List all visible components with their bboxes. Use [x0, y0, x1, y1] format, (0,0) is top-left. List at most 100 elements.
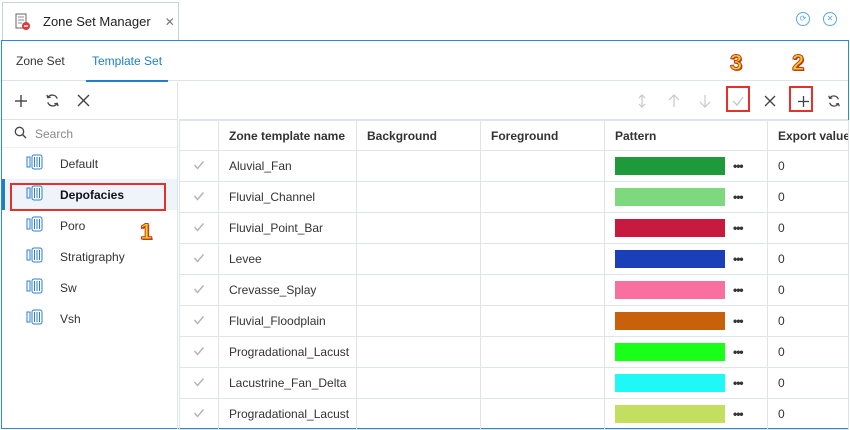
cell-zone-template-name[interactable]: Aluvial_Fan	[218, 150, 357, 182]
pattern-color-swatch[interactable]	[615, 219, 725, 237]
cell-background[interactable]	[356, 274, 481, 306]
plus-icon[interactable]	[794, 92, 812, 110]
refresh-icon[interactable]	[43, 92, 61, 110]
cell-zone-template-name[interactable]: Fluvial_Channel	[218, 181, 357, 213]
cell-export-value[interactable]: 0	[767, 243, 849, 275]
checkmark-icon[interactable]	[729, 92, 747, 110]
column-header-foreground[interactable]: Foreground	[480, 120, 605, 151]
table-row[interactable]: Levee ••• 0	[179, 243, 849, 275]
close-icon[interactable]: ✕	[165, 15, 175, 29]
sort-icon[interactable]	[633, 92, 651, 110]
cell-background[interactable]	[356, 367, 481, 399]
tab-template-set[interactable]: Template Set	[85, 41, 169, 82]
pattern-color-swatch[interactable]	[615, 312, 725, 330]
cell-zone-template-name[interactable]: Levee	[218, 243, 357, 275]
cell-zone-template-name[interactable]: Progradational_Lacust	[218, 398, 357, 430]
x-icon[interactable]	[761, 92, 779, 110]
table-row[interactable]: Fluvial_Floodplain ••• 0	[179, 305, 849, 337]
x-icon[interactable]	[74, 92, 92, 110]
row-checkmark-icon[interactable]	[179, 398, 219, 430]
cell-background[interactable]	[356, 150, 481, 182]
cell-export-value[interactable]: 0	[767, 212, 849, 244]
table-row[interactable]: Lacustrine_Fan_Delta ••• 0	[179, 367, 849, 399]
row-checkmark-icon[interactable]	[179, 150, 219, 182]
cell-foreground[interactable]	[480, 181, 605, 213]
tree-item-sw[interactable]: Sw	[2, 272, 177, 303]
tree-item-poro[interactable]: Poro	[2, 210, 177, 241]
cell-foreground[interactable]	[480, 367, 605, 399]
refresh-icon[interactable]	[825, 92, 843, 110]
document-tab-zone-set-manager[interactable]: Zone Set Manager ✕	[2, 2, 179, 40]
more-options-button[interactable]: •••	[733, 345, 744, 359]
cell-pattern[interactable]: •••	[604, 336, 768, 368]
cell-pattern[interactable]: •••	[604, 181, 768, 213]
pattern-color-swatch[interactable]	[615, 188, 725, 206]
more-options-button[interactable]: •••	[733, 190, 744, 204]
pattern-color-swatch[interactable]	[615, 374, 725, 392]
cell-zone-template-name[interactable]: Fluvial_Floodplain	[218, 305, 357, 337]
cell-background[interactable]	[356, 243, 481, 275]
cell-zone-template-name[interactable]: Progradational_Lacust	[218, 336, 357, 368]
column-header-export-value[interactable]: Export value	[767, 120, 849, 151]
cell-export-value[interactable]: 0	[767, 274, 849, 306]
close-window-icon[interactable]: ✕	[823, 12, 837, 26]
tree-item-default[interactable]: Default	[2, 148, 177, 179]
restore-icon[interactable]: ⟳	[796, 12, 810, 26]
row-checkmark-icon[interactable]	[179, 274, 219, 306]
cell-export-value[interactable]: 0	[767, 398, 849, 430]
cell-pattern[interactable]: •••	[604, 212, 768, 244]
row-checkmark-icon[interactable]	[179, 336, 219, 368]
cell-background[interactable]	[356, 212, 481, 244]
more-options-button[interactable]: •••	[733, 252, 744, 266]
column-header-background[interactable]: Background	[356, 120, 481, 151]
more-options-button[interactable]: •••	[733, 159, 744, 173]
cell-zone-template-name[interactable]: Fluvial_Point_Bar	[218, 212, 357, 244]
cell-foreground[interactable]	[480, 305, 605, 337]
cell-export-value[interactable]: 0	[767, 305, 849, 337]
tree-item-depofacies[interactable]: Depofacies	[2, 179, 177, 210]
cell-foreground[interactable]	[480, 398, 605, 430]
column-header-name[interactable]: Zone template name	[218, 120, 357, 151]
cell-pattern[interactable]: •••	[604, 305, 768, 337]
more-options-button[interactable]: •••	[733, 407, 744, 421]
cell-pattern[interactable]: •••	[604, 398, 768, 430]
tab-zone-set[interactable]: Zone Set	[16, 41, 65, 81]
arrow-down-icon[interactable]	[696, 92, 714, 110]
row-checkmark-icon[interactable]	[179, 181, 219, 213]
pattern-color-swatch[interactable]	[615, 281, 725, 299]
cell-foreground[interactable]	[480, 212, 605, 244]
search-input[interactable]	[35, 126, 165, 141]
cell-export-value[interactable]: 0	[767, 181, 849, 213]
pattern-color-swatch[interactable]	[615, 157, 725, 175]
more-options-button[interactable]: •••	[733, 221, 744, 235]
tree-item-stratigraphy[interactable]: Stratigraphy	[2, 241, 177, 272]
table-row[interactable]: Aluvial_Fan ••• 0	[179, 150, 849, 182]
table-row[interactable]: Fluvial_Channel ••• 0	[179, 181, 849, 213]
cell-zone-template-name[interactable]: Lacustrine_Fan_Delta	[218, 367, 357, 399]
arrow-up-icon[interactable]	[665, 92, 683, 110]
tree-item-vsh[interactable]: Vsh	[2, 303, 177, 334]
pattern-color-swatch[interactable]	[615, 343, 725, 361]
more-options-button[interactable]: •••	[733, 376, 744, 390]
cell-export-value[interactable]: 0	[767, 367, 849, 399]
plus-icon[interactable]	[12, 92, 30, 110]
cell-foreground[interactable]	[480, 336, 605, 368]
cell-background[interactable]	[356, 181, 481, 213]
row-checkmark-icon[interactable]	[179, 212, 219, 244]
table-row[interactable]: Fluvial_Point_Bar ••• 0	[179, 212, 849, 244]
pattern-color-swatch[interactable]	[615, 405, 725, 423]
more-options-button[interactable]: •••	[733, 314, 744, 328]
cell-export-value[interactable]: 0	[767, 336, 849, 368]
cell-zone-template-name[interactable]: Crevasse_Splay	[218, 274, 357, 306]
row-checkmark-icon[interactable]	[179, 243, 219, 275]
cell-pattern[interactable]: •••	[604, 243, 768, 275]
more-options-button[interactable]: •••	[733, 283, 744, 297]
cell-foreground[interactable]	[480, 274, 605, 306]
cell-export-value[interactable]: 0	[767, 150, 849, 182]
table-row[interactable]: Crevasse_Splay ••• 0	[179, 274, 849, 306]
cell-background[interactable]	[356, 305, 481, 337]
table-row[interactable]: Progradational_Lacust ••• 0	[179, 336, 849, 368]
cell-background[interactable]	[356, 398, 481, 430]
cell-foreground[interactable]	[480, 150, 605, 182]
cell-pattern[interactable]: •••	[604, 150, 768, 182]
